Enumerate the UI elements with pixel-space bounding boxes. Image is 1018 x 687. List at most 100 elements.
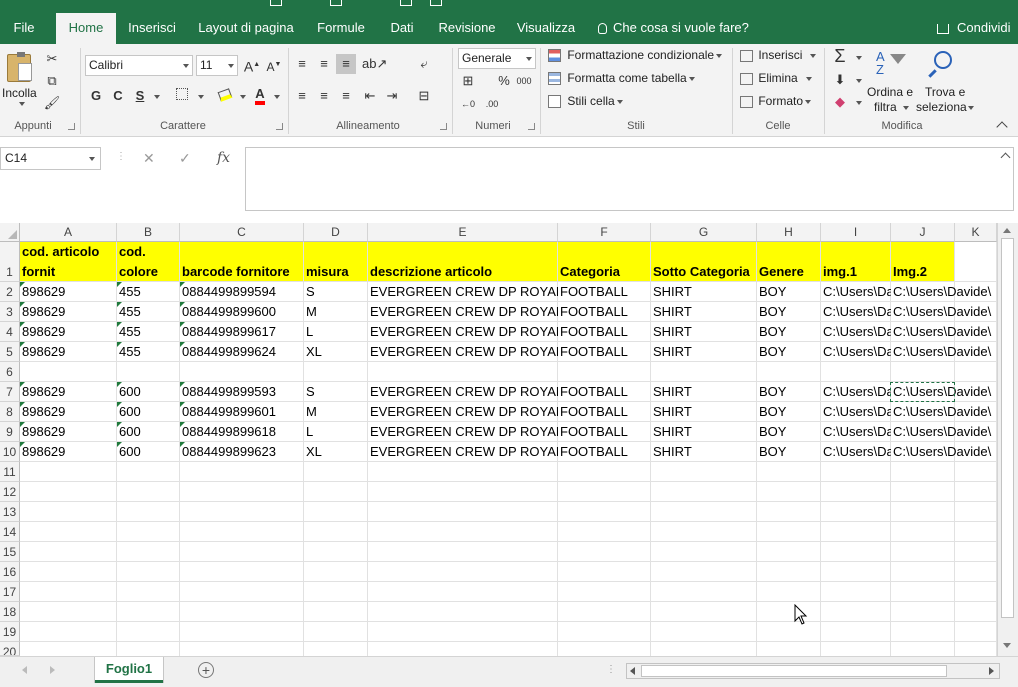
table-cell[interactable]: FOOTBALL: [558, 282, 651, 302]
table-cell[interactable]: 898629: [20, 302, 117, 322]
table-cell[interactable]: 898629: [20, 402, 117, 422]
table-cell[interactable]: S: [304, 282, 368, 302]
tell-me-search[interactable]: Che cosa si vuole fare?: [598, 13, 749, 43]
table-cell[interactable]: [368, 362, 558, 382]
column-header-c[interactable]: C: [180, 223, 304, 242]
comma-style-icon[interactable]: 000: [514, 71, 534, 91]
number-launcher-icon[interactable]: [528, 123, 535, 130]
table-cell[interactable]: BOY: [757, 322, 821, 342]
scroll-down-icon[interactable]: [1003, 643, 1011, 648]
table-cell[interactable]: [651, 362, 757, 382]
table-cell[interactable]: SHIRT: [651, 322, 757, 342]
horizontal-scroll-thumb[interactable]: [641, 665, 947, 677]
align-center-icon[interactable]: ≡: [314, 86, 334, 106]
table-cell[interactable]: FOOTBALL: [558, 342, 651, 362]
paste-button[interactable]: Incolla: [2, 50, 38, 106]
table-cell[interactable]: 600: [117, 442, 180, 462]
column-header-f[interactable]: F: [558, 223, 651, 242]
table-cell[interactable]: C:\Users\Da: [821, 322, 891, 342]
italic-button[interactable]: C: [108, 86, 128, 106]
table-cell[interactable]: 0884499899593: [180, 382, 304, 402]
table-cell[interactable]: FOOTBALL: [558, 442, 651, 462]
table-cell[interactable]: [304, 362, 368, 382]
table-cell[interactable]: 600: [117, 382, 180, 402]
delete-cells-button[interactable]: Elimina: [740, 71, 812, 91]
table-cell[interactable]: 0884499899623: [180, 442, 304, 462]
table-cell[interactable]: FOOTBALL: [558, 382, 651, 402]
column-header-d[interactable]: D: [304, 223, 368, 242]
table-cell[interactable]: [20, 362, 117, 382]
sheet-tab-foglio1[interactable]: Foglio1: [95, 657, 163, 683]
table-cell[interactable]: XL: [304, 342, 368, 362]
table-cell[interactable]: SHIRT: [651, 342, 757, 362]
table-cell[interactable]: BOY: [757, 342, 821, 362]
table-cell[interactable]: 898629: [20, 322, 117, 342]
table-cell[interactable]: 455: [117, 282, 180, 302]
collapse-formula-bar-icon[interactable]: [1000, 152, 1011, 163]
table-cell[interactable]: FOOTBALL: [558, 422, 651, 442]
copy-icon[interactable]: ⧉: [42, 71, 62, 91]
tab-data[interactable]: Dati: [382, 13, 422, 44]
table-cell[interactable]: [180, 362, 304, 382]
merge-center-icon[interactable]: ⊟: [414, 86, 434, 106]
table-cell[interactable]: L: [304, 322, 368, 342]
tab-page-layout[interactable]: Layout di pagina: [194, 13, 298, 44]
tab-home[interactable]: Home: [56, 13, 116, 44]
format-cells-button[interactable]: Formato: [740, 94, 812, 114]
borders-icon[interactable]: [172, 86, 192, 106]
table-cell[interactable]: SHIRT: [651, 282, 757, 302]
tab-insert[interactable]: Inserisci: [124, 13, 180, 44]
table-cell[interactable]: 898629: [20, 442, 117, 462]
format-painter-icon[interactable]: 🖌: [42, 93, 62, 113]
table-cell[interactable]: 0884499899624: [180, 342, 304, 362]
row-header-15[interactable]: 15: [0, 542, 20, 562]
horizontal-scrollbar[interactable]: [626, 663, 1000, 679]
column-header-g[interactable]: G: [651, 223, 757, 242]
table-cell[interactable]: C:\Users\Davide\: [891, 342, 997, 362]
conditional-formatting-button[interactable]: Formattazione condizionale: [548, 48, 723, 68]
cancel-entry-icon[interactable]: ✕: [143, 147, 155, 170]
fill-color-icon[interactable]: [215, 86, 235, 106]
decrease-font-icon[interactable]: A▼: [264, 55, 284, 75]
table-cell[interactable]: BOY: [757, 402, 821, 422]
share-button[interactable]: Condividi: [937, 13, 1010, 43]
row-header-1[interactable]: 1: [0, 242, 20, 282]
bold-button[interactable]: G: [86, 86, 106, 106]
cut-icon[interactable]: ✂: [42, 49, 62, 69]
table-cell[interactable]: S: [304, 382, 368, 402]
row-header-18[interactable]: 18: [0, 602, 20, 622]
tab-splitter-icon[interactable]: ⋮: [606, 664, 616, 675]
insert-cells-button[interactable]: Inserisci: [740, 48, 817, 68]
cell-styles-button[interactable]: Stili cella: [548, 94, 623, 114]
table-cell[interactable]: L: [304, 422, 368, 442]
decrease-indent-icon[interactable]: ⇤: [360, 86, 380, 106]
autosum-icon[interactable]: Σ: [830, 46, 850, 66]
table-cell[interactable]: BOY: [757, 442, 821, 462]
table-cell[interactable]: C:\Users\Davide\: [891, 422, 997, 442]
row-header-4[interactable]: 4: [0, 322, 20, 342]
row-header-2[interactable]: 2: [0, 282, 20, 302]
table-cell[interactable]: 600: [117, 422, 180, 442]
font-name-select[interactable]: Calibri: [85, 55, 193, 76]
table-cell[interactable]: [558, 362, 651, 382]
table-cell[interactable]: XL: [304, 442, 368, 462]
table-cell[interactable]: FOOTBALL: [558, 322, 651, 342]
row-header-12[interactable]: 12: [0, 482, 20, 502]
table-cell[interactable]: C:\Users\Da: [821, 342, 891, 362]
increase-indent-icon[interactable]: ⇥: [382, 86, 402, 106]
tab-view[interactable]: Visualizza: [512, 13, 580, 44]
table-cell[interactable]: C:\Users\Da: [821, 402, 891, 422]
tab-file[interactable]: File: [0, 13, 48, 44]
wrap-text-icon[interactable]: ⤶: [414, 54, 434, 74]
underline-button[interactable]: S: [130, 86, 150, 106]
row-header-8[interactable]: 8: [0, 402, 20, 422]
table-cell[interactable]: EVERGREEN CREW DP ROYAL: [368, 302, 558, 322]
row-header-5[interactable]: 5: [0, 342, 20, 362]
row-header-7[interactable]: 7: [0, 382, 20, 402]
font-launcher-icon[interactable]: [276, 123, 283, 130]
align-bottom-icon[interactable]: ≡: [336, 54, 356, 74]
decrease-decimal-icon[interactable]: .00: [482, 94, 502, 114]
row-header-16[interactable]: 16: [0, 562, 20, 582]
table-cell[interactable]: 455: [117, 342, 180, 362]
table-cell[interactable]: C:\Users\Davide\: [891, 302, 997, 322]
